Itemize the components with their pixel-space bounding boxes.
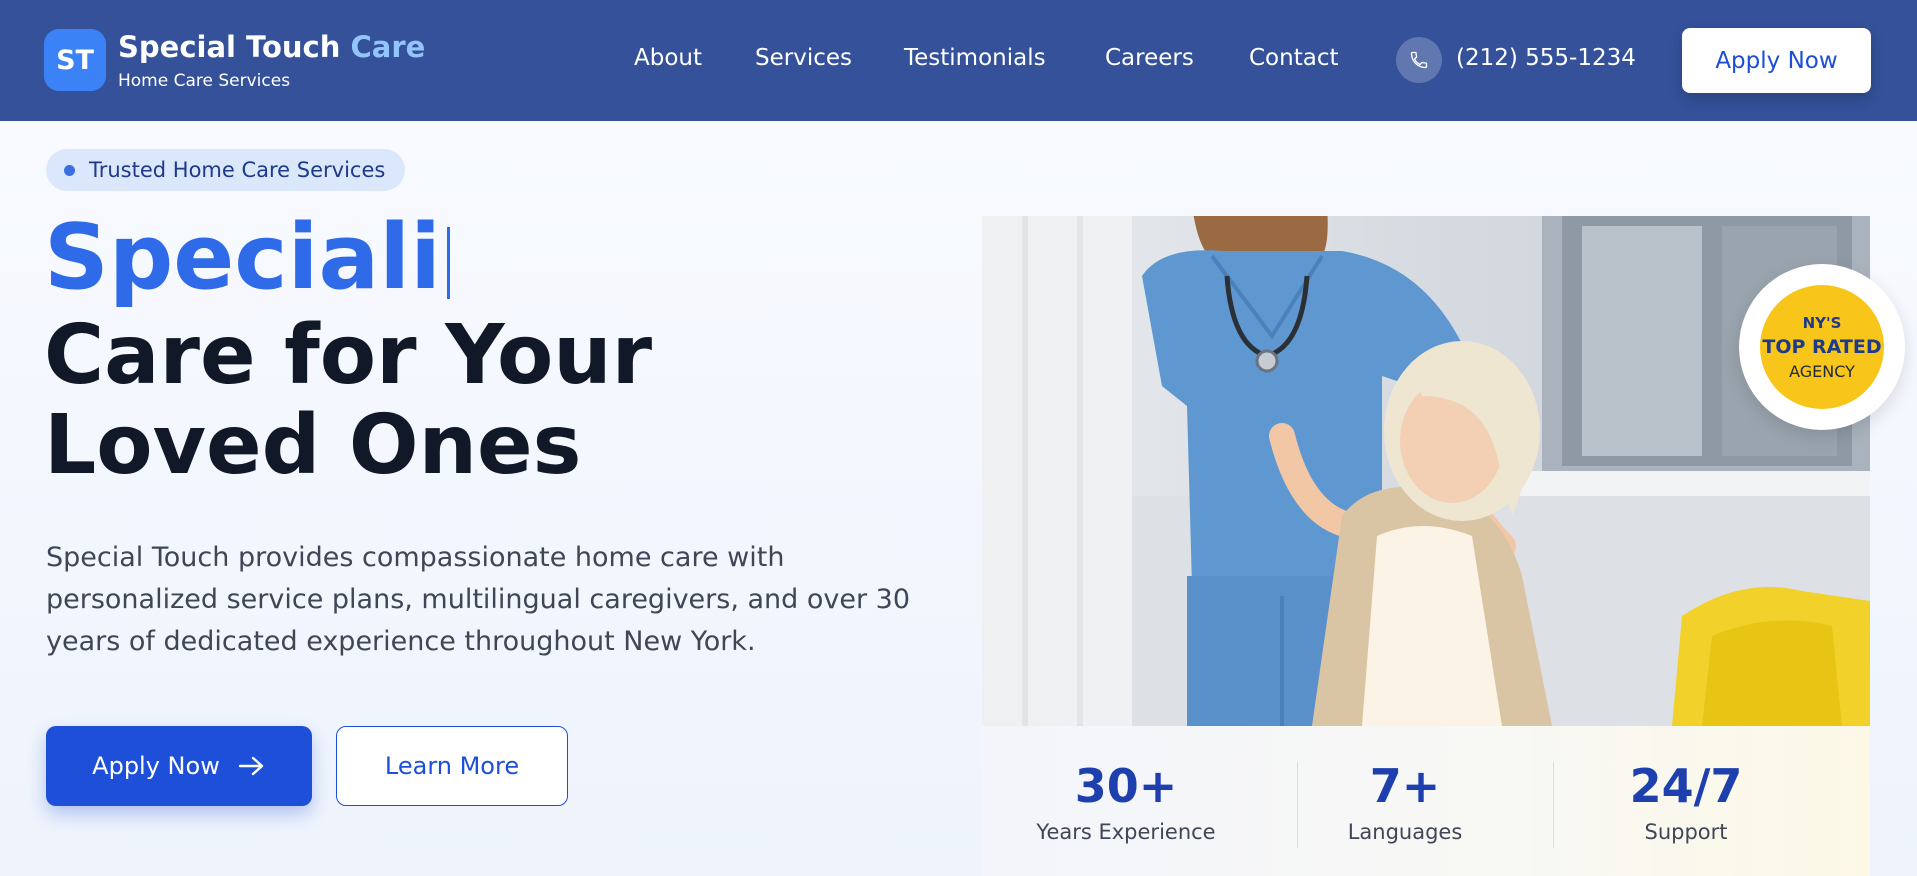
- nav-contact[interactable]: Contact: [1249, 45, 1338, 71]
- headline-typed-line: Speciali: [44, 208, 450, 308]
- nav-services[interactable]: Services: [755, 45, 852, 71]
- top-rated-badge: NY'S TOP RATED AGENCY: [1739, 264, 1905, 430]
- phone-icon[interactable]: [1396, 37, 1442, 83]
- phone-number[interactable]: (212) 555-1234: [1456, 45, 1636, 71]
- headline-line-3: Loved Ones: [44, 398, 582, 493]
- nav-testimonials[interactable]: Testimonials: [904, 45, 1046, 71]
- brand-name-main: Special Touch: [118, 30, 341, 64]
- stat-support: 24/7 Support: [1566, 760, 1806, 844]
- stat-languages-label: Languages: [1347, 820, 1463, 844]
- badge-line-2: TOP RATED: [1762, 335, 1882, 358]
- brand-name[interactable]: Special Touch Care: [118, 30, 425, 64]
- badge-line-1: NY'S: [1802, 313, 1842, 332]
- arrow-right-icon: [238, 756, 264, 776]
- learn-more-button[interactable]: Learn More: [336, 726, 568, 806]
- stat-years-value: 30+: [1074, 759, 1178, 813]
- top-rated-badge-inner: NY'S TOP RATED AGENCY: [1760, 285, 1884, 409]
- stat-years: 30+ Years Experience: [1006, 760, 1246, 844]
- caregiver-photo: [982, 216, 1870, 726]
- headline-typed-text: Speciali: [44, 205, 441, 310]
- stat-support-value: 24/7: [1629, 759, 1743, 813]
- site-header: ST Special Touch Care Home Care Services…: [0, 0, 1917, 121]
- stat-languages-value: 7+: [1369, 759, 1441, 813]
- trust-dot-icon: [64, 164, 75, 176]
- typing-caret: [446, 227, 450, 300]
- nav-careers[interactable]: Careers: [1105, 45, 1194, 71]
- header-apply-button[interactable]: Apply Now: [1682, 28, 1871, 93]
- trust-pill-text: Trusted Home Care Services: [89, 158, 386, 182]
- apply-now-button[interactable]: Apply Now: [46, 726, 312, 806]
- hero-description: Special Touch provides compassionate hom…: [46, 542, 911, 657]
- nav-about[interactable]: About: [634, 45, 702, 71]
- stats-panel: 30+ Years Experience 7+ Languages 24/7 S…: [982, 726, 1870, 876]
- brand-name-accent: Care: [350, 30, 426, 64]
- stat-support-label: Support: [1644, 820, 1728, 844]
- stat-years-label: Years Experience: [1036, 820, 1216, 844]
- stat-languages: 7+ Languages: [1285, 760, 1525, 844]
- headline-line-2: Care for Your: [44, 308, 653, 403]
- apply-now-label: Apply Now: [92, 752, 220, 780]
- trust-pill: Trusted Home Care Services: [46, 149, 405, 191]
- logo-badge[interactable]: ST: [44, 29, 106, 91]
- badge-line-3: AGENCY: [1789, 361, 1855, 381]
- brand-tagline: Home Care Services: [118, 71, 291, 91]
- stat-divider: [1553, 762, 1554, 848]
